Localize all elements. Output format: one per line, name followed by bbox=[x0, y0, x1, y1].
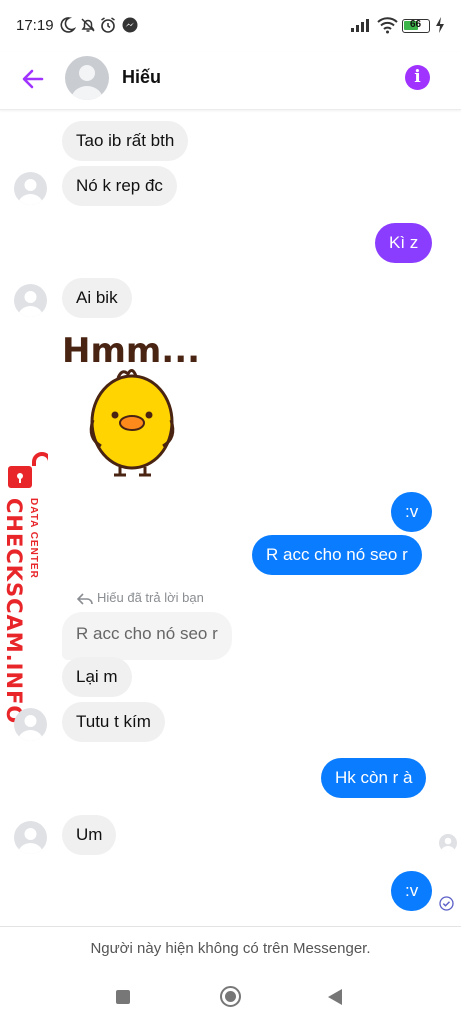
incoming-message[interactable]: Tao ib rất bth bbox=[62, 121, 189, 161]
incoming-message[interactable]: Um bbox=[62, 815, 117, 855]
back-button[interactable] bbox=[328, 989, 342, 1005]
sticker-text: Hmm... bbox=[62, 331, 200, 371]
contact-name[interactable]: Hiếu bbox=[122, 67, 161, 88]
recents-button[interactable] bbox=[116, 990, 130, 1004]
incoming-message[interactable]: Tutu t kím bbox=[62, 702, 165, 742]
seen-avatar bbox=[439, 834, 457, 852]
messenger-icon bbox=[122, 17, 138, 33]
lock-icon bbox=[8, 452, 48, 488]
moon-icon bbox=[60, 17, 76, 33]
unavailable-notice: Người này hiện không có trên Messenger. bbox=[0, 926, 461, 970]
incoming-message[interactable]: Ai bik bbox=[62, 278, 132, 318]
alarm-icon bbox=[101, 17, 115, 33]
mute-bell-icon bbox=[81, 18, 95, 32]
sender-avatar bbox=[14, 821, 47, 854]
reply-note: Hiếu đã trả lời bạn bbox=[97, 590, 204, 605]
outgoing-message[interactable]: Kì z bbox=[375, 223, 433, 263]
outgoing-message[interactable]: :v bbox=[391, 492, 433, 532]
sender-avatar bbox=[14, 708, 47, 741]
sent-check-icon bbox=[439, 896, 454, 911]
back-arrow-icon[interactable] bbox=[18, 64, 48, 94]
info-icon[interactable]: i bbox=[405, 65, 430, 90]
contact-avatar[interactable] bbox=[65, 56, 109, 100]
quoted-message[interactable]: R acc cho nó seo r bbox=[62, 612, 232, 660]
charging-icon bbox=[436, 17, 444, 33]
outgoing-message[interactable]: :v bbox=[391, 871, 433, 911]
incoming-message[interactable]: Lại m bbox=[62, 657, 132, 697]
signal-icon bbox=[351, 19, 369, 32]
battery-icon: 66 bbox=[402, 19, 430, 33]
watermark-subtext: DATA CENTER bbox=[28, 498, 39, 579]
chat-header: Hiếu i bbox=[0, 52, 461, 110]
home-button[interactable] bbox=[220, 986, 241, 1007]
watermark-text: CHECKSCAM.INFO bbox=[2, 498, 26, 725]
outgoing-message[interactable]: Hk còn r à bbox=[321, 758, 427, 798]
outgoing-message[interactable]: R acc cho nó seo r bbox=[252, 535, 422, 575]
system-nav-bar bbox=[0, 970, 461, 1024]
reply-icon bbox=[77, 593, 93, 605]
sender-avatar bbox=[14, 172, 47, 205]
status-time: 17:19 bbox=[16, 17, 54, 34]
status-bar: 17:19 66 bbox=[0, 0, 461, 52]
incoming-message[interactable]: Nó k rep đc bbox=[62, 166, 177, 206]
battery-level: 66 bbox=[410, 19, 422, 30]
sender-avatar bbox=[14, 284, 47, 317]
wifi-icon bbox=[377, 17, 398, 34]
chick-sticker[interactable]: Hmm... bbox=[60, 330, 205, 480]
